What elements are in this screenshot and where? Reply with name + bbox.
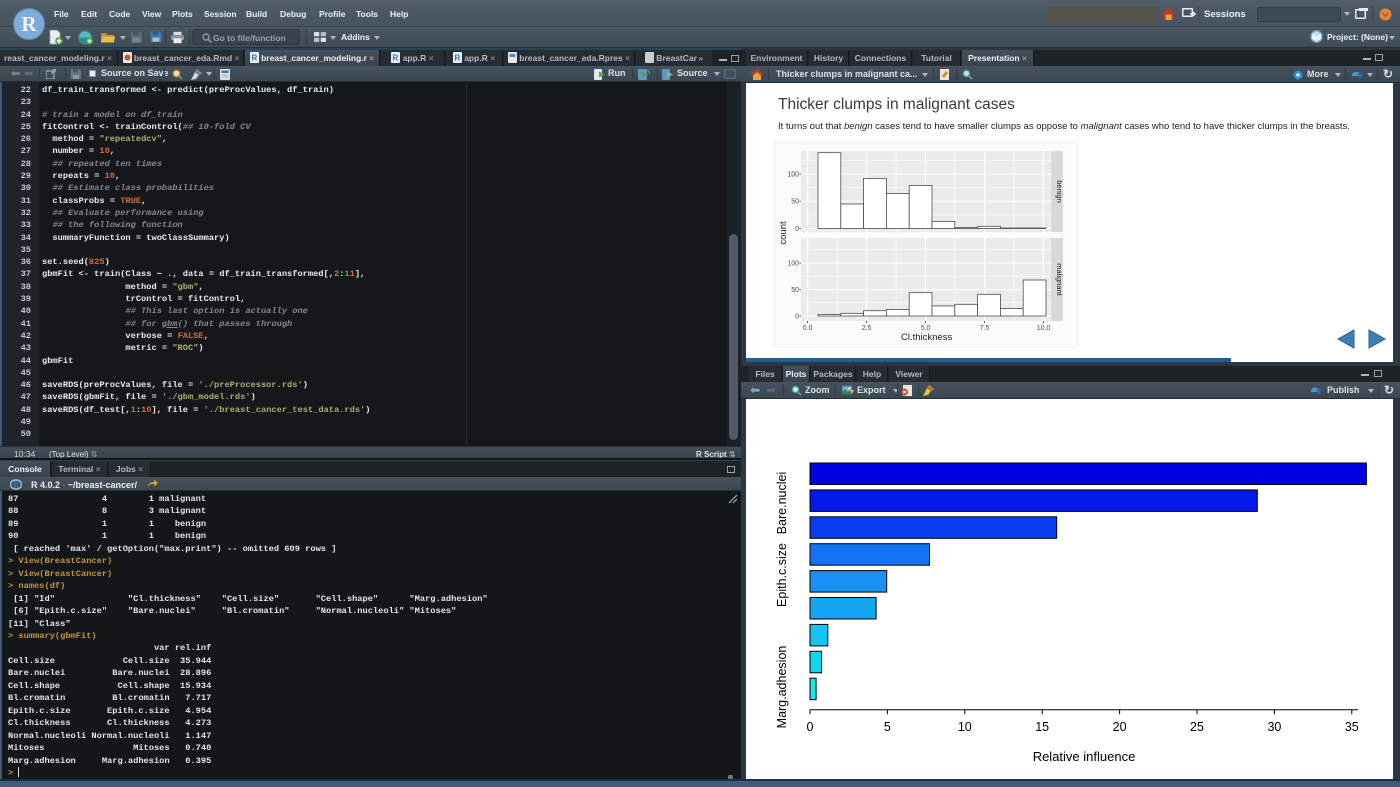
svg-text:10: 10 [958,720,972,734]
svg-text:25: 25 [1190,720,1204,734]
svg-text:R: R [13,480,20,490]
svg-text:35: 35 [1345,720,1359,734]
svg-text:0: 0 [795,226,799,233]
svg-text:50: 50 [791,199,799,206]
svg-text:0.0: 0.0 [803,325,813,332]
svg-text:count: count [778,221,789,245]
svg-text:Bare.nuclei: Bare.nuclei [775,472,789,535]
svg-text:Relative influence: Relative influence [1033,749,1136,764]
svg-text:5.0: 5.0 [921,325,931,332]
svg-text:30: 30 [1267,720,1281,734]
svg-text:R: R [393,54,399,63]
svg-text:100: 100 [787,261,799,268]
svg-text:0: 0 [807,720,814,734]
svg-text:10.0: 10.0 [1037,325,1051,332]
svg-text:2.5: 2.5 [862,325,872,332]
svg-text:R: R [251,54,257,63]
svg-text:benign: benign [1055,180,1064,203]
svg-text:100: 100 [787,172,799,179]
svg-text:7.5: 7.5 [980,325,990,332]
svg-text:0: 0 [795,314,799,321]
svg-text:malignant: malignant [1055,263,1064,296]
svg-text:15: 15 [1035,720,1049,734]
svg-text:Epith.c.size: Epith.c.size [775,543,789,607]
svg-text:R: R [454,54,460,63]
svg-text:Cl.thickness: Cl.thickness [901,332,952,343]
svg-text:5: 5 [884,720,891,734]
svg-text:50: 50 [791,287,799,294]
svg-text:Marg.adhesion: Marg.adhesion [775,646,789,729]
svg-text:20: 20 [1113,720,1127,734]
